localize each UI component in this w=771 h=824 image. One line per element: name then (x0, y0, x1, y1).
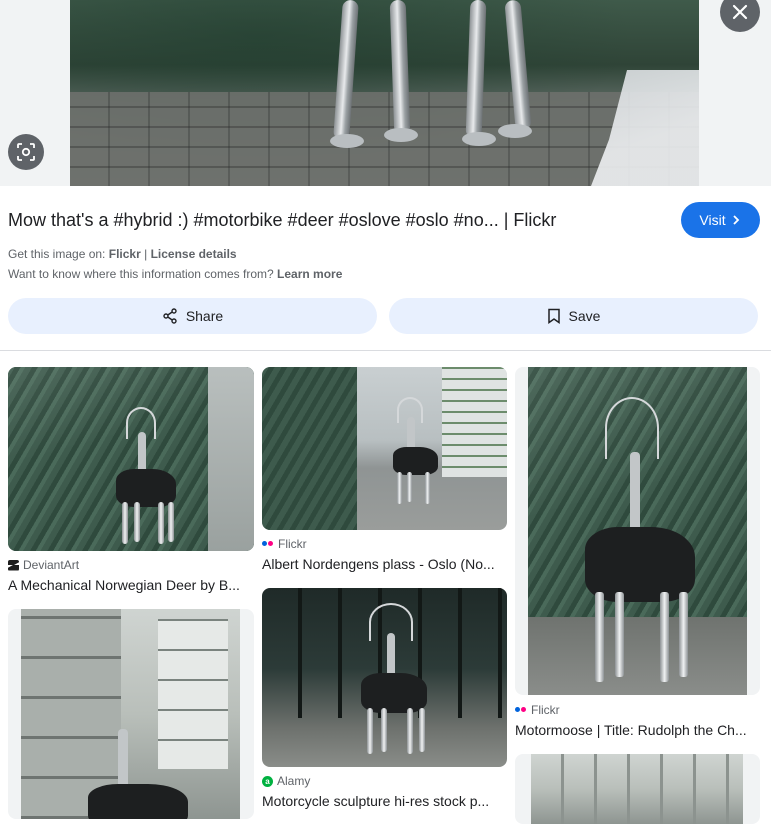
hero-image[interactable] (70, 0, 699, 186)
lens-icon (17, 143, 35, 161)
sculpture-hoof (384, 128, 418, 142)
bookmark-icon (547, 308, 560, 324)
share-button[interactable]: Share (8, 298, 377, 334)
get-image-prefix: Get this image on: (8, 247, 106, 261)
separator: | (144, 247, 148, 261)
visit-button[interactable]: Visit (681, 202, 760, 238)
source-link[interactable]: Flickr (109, 247, 141, 261)
alamy-icon: a (262, 775, 273, 787)
lens-button[interactable] (8, 134, 44, 170)
related-thumbnail[interactable] (8, 367, 254, 551)
result-source: Flickr (515, 703, 560, 717)
visit-label: Visit (699, 212, 726, 228)
related-thumbnail[interactable] (262, 367, 507, 530)
building-grid (531, 754, 743, 824)
related-thumbnail[interactable] (515, 754, 760, 824)
related-thumbnail[interactable] (8, 609, 254, 819)
result-caption[interactable]: Albert Nordengens plass - Oslo (No... (262, 556, 502, 572)
image-source-line: Get this image on: Flickr | License deta… (8, 247, 237, 261)
result-caption[interactable]: A Mechanical Norwegian Deer by B... (8, 577, 248, 593)
sculpture-hoof (462, 132, 496, 146)
info-question: Want to know where this information come… (8, 267, 274, 281)
deer-sculpture (357, 603, 432, 758)
flickr-icon (262, 541, 274, 547)
result-source: Flickr (262, 537, 307, 551)
deer-sculpture (78, 729, 198, 819)
sculpture-hoof (330, 134, 364, 148)
save-label: Save (568, 308, 601, 324)
apartment-building (442, 367, 507, 477)
flickr-icon (515, 707, 527, 713)
background-building (208, 367, 254, 551)
related-thumbnail[interactable] (262, 588, 507, 767)
share-icon (163, 308, 177, 324)
sculpture-leg (389, 0, 411, 136)
sculpture-hoof (498, 124, 532, 138)
license-details-link[interactable]: License details (151, 247, 237, 261)
share-label: Share (185, 308, 224, 324)
deer-sculpture (108, 407, 188, 547)
save-button[interactable]: Save (389, 298, 758, 334)
result-source: DeviantArt (8, 558, 79, 572)
result-caption[interactable]: Motorcycle sculpture hi-res stock p... (262, 793, 502, 809)
deviantart-icon (8, 559, 19, 571)
source-name: Alamy (277, 774, 311, 788)
deer-sculpture (575, 397, 705, 687)
result-caption[interactable]: Motormoose | Title: Rudolph the Ch... (515, 722, 755, 738)
source-name: Flickr (531, 703, 560, 717)
marble-wall (262, 367, 357, 530)
info-line: Want to know where this information come… (8, 267, 342, 281)
source-name: DeviantArt (23, 558, 80, 572)
learn-more-link[interactable]: Learn more (277, 267, 342, 281)
related-thumbnail[interactable] (515, 367, 760, 695)
close-icon (732, 4, 748, 20)
hero-image-panel (0, 0, 771, 186)
chevron-right-icon (732, 215, 739, 225)
source-name: Flickr (278, 537, 307, 551)
result-source: a Alamy (262, 774, 310, 788)
deer-sculpture (387, 397, 447, 507)
close-button[interactable] (720, 0, 760, 32)
divider (0, 350, 771, 351)
result-title[interactable]: Mow that's a #hybrid :) #motorbike #deer… (8, 207, 668, 233)
